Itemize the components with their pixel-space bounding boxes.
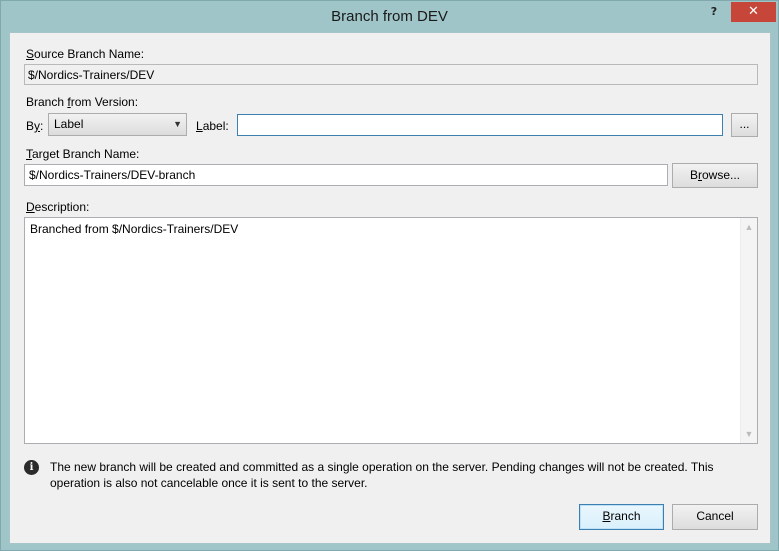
by-label: By: — [26, 119, 44, 133]
help-button[interactable]: ? — [703, 2, 725, 22]
scroll-down-icon[interactable]: ▼ — [741, 426, 757, 442]
cancel-button[interactable]: Cancel — [672, 504, 758, 530]
source-branch-label: Source Branch Name: — [26, 47, 145, 61]
close-button[interactable]: ✕ — [731, 2, 776, 22]
description-text: Branched from $/Nordics-Trainers/DEV — [30, 222, 239, 236]
chevron-down-icon: ▼ — [173, 119, 182, 129]
window-title: Branch from DEV — [331, 8, 448, 25]
label-input[interactable] — [237, 114, 723, 136]
dialog-body: Source Branch Name: $/Nordics-Trainers/D… — [9, 32, 771, 544]
label-field-label: Label: — [196, 119, 229, 133]
target-branch-label: Target Branch Name: — [26, 147, 140, 161]
description-label: Description: — [26, 200, 90, 214]
description-textarea[interactable]: Branched from $/Nordics-Trainers/DEV ▲ ▼ — [24, 217, 758, 444]
label-browse-button[interactable]: ... — [731, 113, 758, 137]
branch-from-version-label: Branch from Version: — [26, 95, 139, 109]
branch-button[interactable]: Branch — [579, 504, 664, 530]
title-bar[interactable]: Branch from DEV ? ✕ — [1, 1, 778, 33]
scroll-up-icon[interactable]: ▲ — [741, 219, 757, 235]
info-icon: i — [24, 460, 39, 475]
close-icon: ✕ — [748, 4, 759, 19]
target-branch-input[interactable]: $/Nordics-Trainers/DEV-branch — [24, 164, 668, 186]
info-line-1: The new branch will be created and commi… — [50, 460, 714, 474]
dialog-window: Branch from DEV ? ✕ Source Branch Name: … — [0, 0, 779, 551]
target-browse-button[interactable]: Browse... — [672, 163, 758, 188]
info-line-2: operation is also not cancelable once it… — [50, 476, 368, 490]
description-scrollbar[interactable]: ▲ ▼ — [740, 218, 757, 443]
version-type-value: Label — [54, 117, 84, 131]
version-type-select[interactable]: Label ▼ — [48, 113, 187, 136]
info-message: The new branch will be created and commi… — [50, 459, 750, 491]
source-branch-field: $/Nordics-Trainers/DEV — [24, 64, 758, 85]
